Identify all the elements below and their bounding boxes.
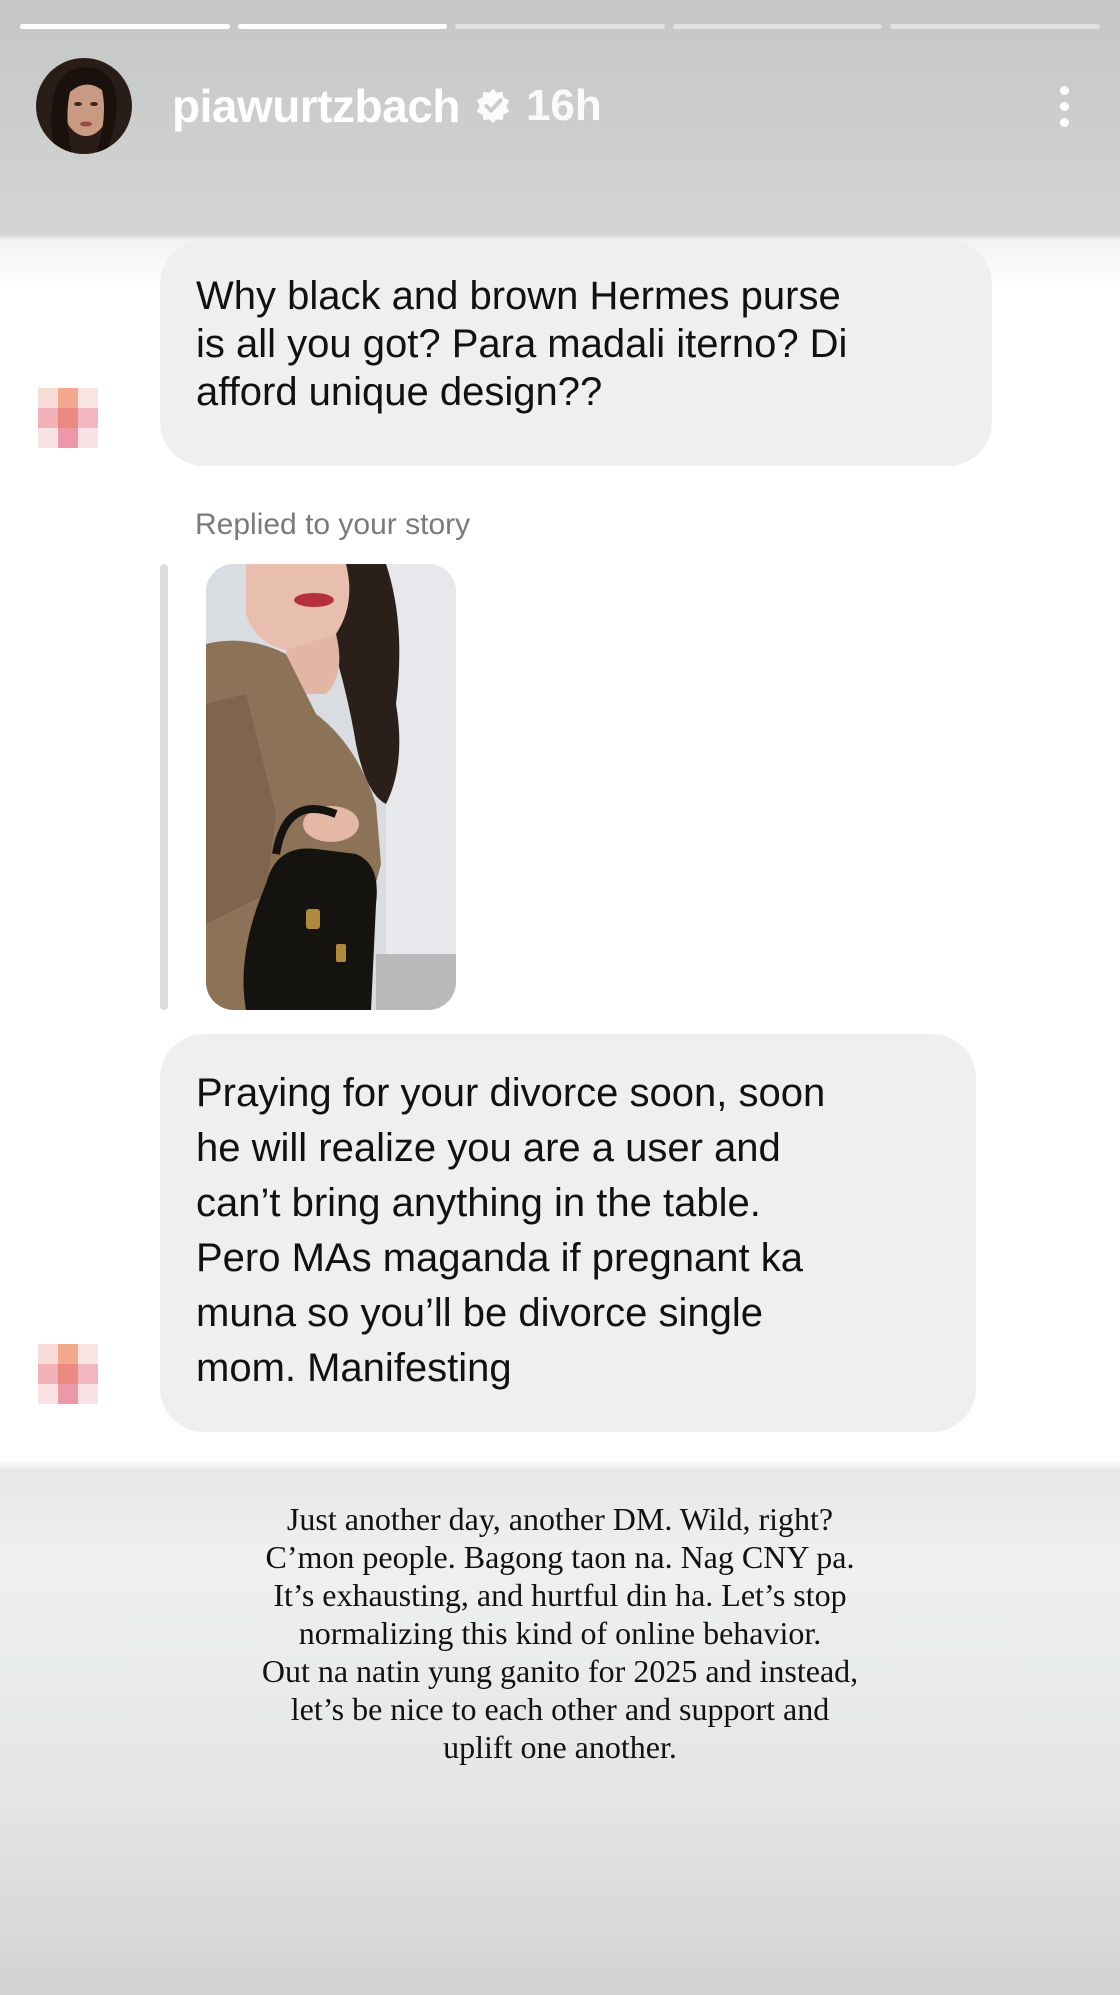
reply-quote-bar — [160, 564, 168, 1010]
caption-line: normalizing this kind of online behavior… — [298, 1615, 822, 1651]
message-bubble: Why black and brown Hermes purse is all … — [160, 240, 992, 466]
message-line: is all you got? Para madali iterno? Di — [196, 322, 848, 366]
caption-line: C’mon people. Bagong taon na. Nag CNY pa… — [265, 1539, 855, 1575]
progress-segment — [455, 24, 665, 29]
story-caption: Just another day, another DM. Wild, righ… — [140, 1500, 980, 1766]
caption-line: It’s exhausting, and hurtful din ha. Let… — [273, 1577, 847, 1613]
verified-badge-icon — [476, 88, 510, 124]
story-header: piawurtzbach 16h — [36, 56, 1084, 156]
caption-line: Out na natin yung ganito for 2025 and in… — [261, 1653, 859, 1689]
profile-avatar[interactable] — [36, 58, 132, 154]
story-username[interactable]: piawurtzbach — [172, 79, 460, 133]
caption-line: uplift one another. — [443, 1729, 677, 1765]
caption-line: Just another day, another DM. Wild, righ… — [286, 1501, 834, 1537]
caption-line: let’s be nice to each other and support … — [290, 1691, 830, 1727]
message-bubble: Praying for your divorce soon, soon he w… — [160, 1034, 976, 1432]
progress-segment — [890, 24, 1100, 29]
message-line: can’t bring anything in the table. — [196, 1181, 761, 1225]
replied-to-story-label: Replied to your story — [195, 508, 471, 541]
message-line: muna so you’ll be divorce single — [196, 1291, 763, 1335]
message-line: mom. Manifesting — [196, 1346, 512, 1390]
message-line: he will realize you are a user and — [196, 1126, 781, 1170]
message-line: afford unique design?? — [196, 370, 603, 414]
progress-segment — [20, 24, 230, 29]
sender-avatar-blurred — [38, 388, 98, 448]
message-line: Pero MAs maganda if pregnant ka — [196, 1236, 804, 1280]
message-line: Praying for your divorce soon, soon — [196, 1071, 826, 1115]
story-thumbnail[interactable] — [206, 564, 456, 1010]
story-time: 16h — [525, 81, 602, 130]
story-viewer: piawurtzbach 16h Why black and brown Her… — [0, 0, 1120, 1995]
more-options-icon[interactable] — [1044, 76, 1084, 136]
message-line: Why black and brown Hermes purse — [196, 274, 841, 318]
sender-avatar-blurred — [38, 1344, 98, 1404]
story-progress — [20, 24, 1100, 30]
progress-segment — [672, 24, 883, 29]
progress-segment — [237, 24, 448, 29]
